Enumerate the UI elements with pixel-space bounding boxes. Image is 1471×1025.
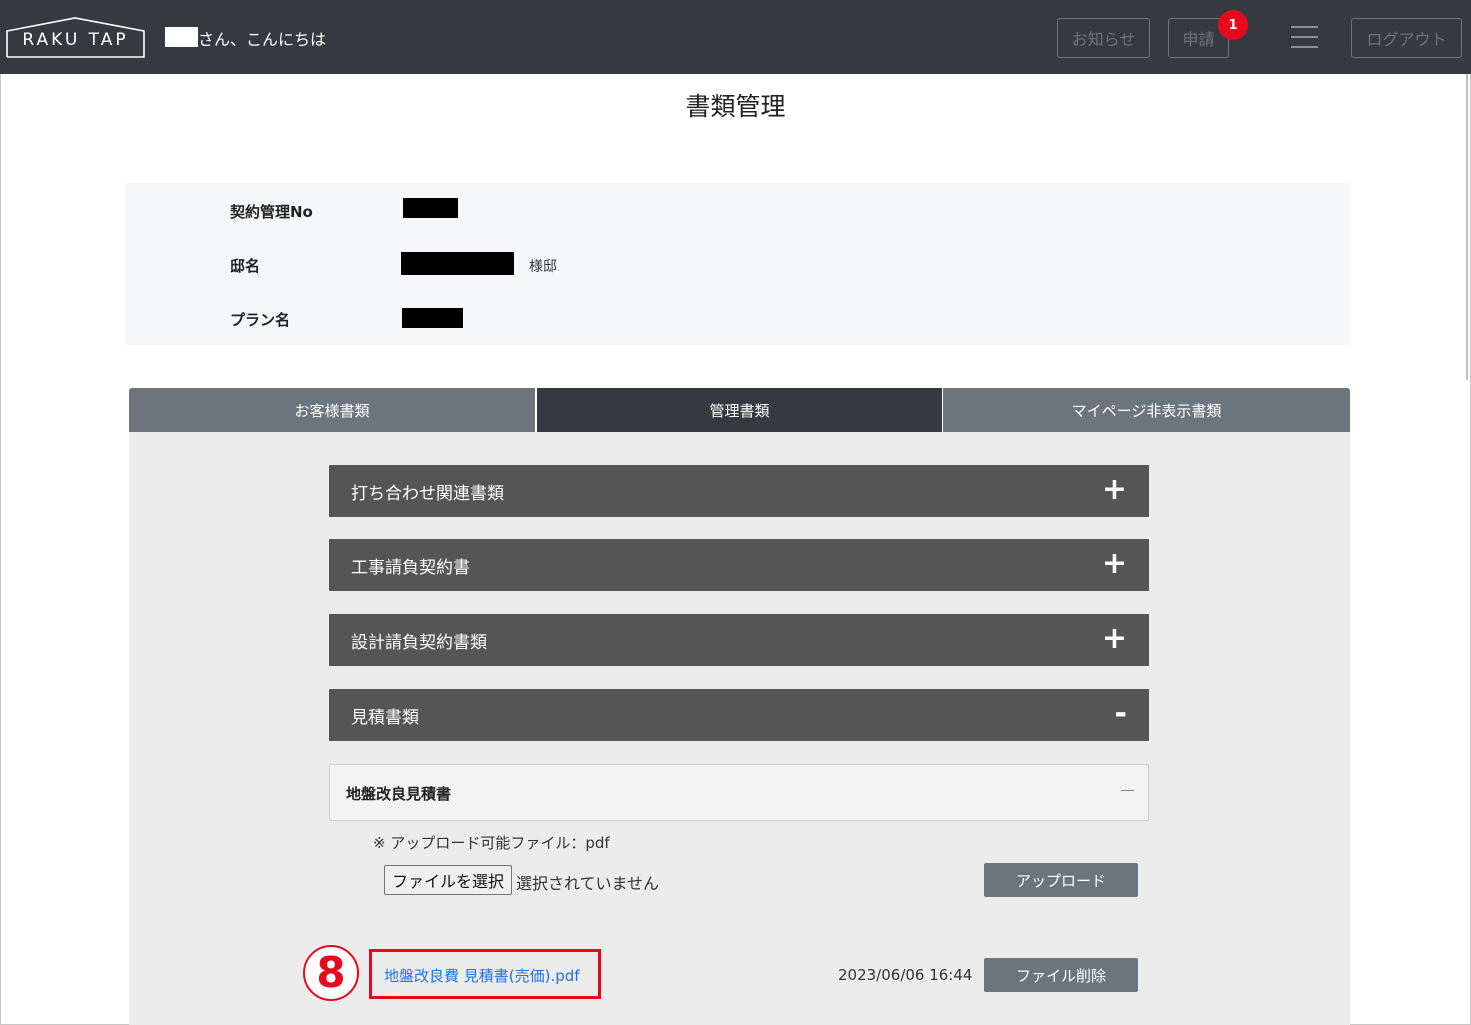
logo-text: RAKU TAP xyxy=(22,30,129,50)
accordion-label: 見積書類 xyxy=(351,708,419,728)
step-number-annotation: 8 xyxy=(303,945,359,1001)
top-header: RAKU TAP さん、こんにちは お知らせ 申請 1 ログアウト xyxy=(0,0,1471,74)
minus-icon: - xyxy=(1114,696,1127,731)
tab-customer-documents[interactable]: お客様書類 xyxy=(129,388,535,432)
accordion-meeting-documents[interactable]: 打ち合わせ関連書類 + xyxy=(329,465,1149,517)
greeting-text: さん、こんにちは xyxy=(198,30,327,49)
plus-icon: + xyxy=(1101,472,1127,507)
collapse-minus-icon[interactable] xyxy=(1121,790,1134,791)
accordion-design-contract[interactable]: 設計請負契約書類 + xyxy=(329,614,1149,666)
contract-no-redacted xyxy=(403,198,458,218)
choose-file-button[interactable]: ファイルを選択 xyxy=(384,865,512,895)
contract-no-label: 契約管理No xyxy=(230,203,313,221)
uploaded-file-date: 2023/06/06 16:44 xyxy=(838,966,973,984)
news-button[interactable]: お知らせ xyxy=(1057,18,1150,58)
plus-icon: + xyxy=(1101,621,1127,656)
apply-notification-badge: 1 xyxy=(1218,10,1248,40)
tab-management-documents[interactable]: 管理書類 xyxy=(537,388,942,432)
subsection-label: 地盤改良見積書 xyxy=(346,785,452,803)
raku-tap-logo[interactable]: RAKU TAP xyxy=(6,16,145,58)
delete-file-button[interactable]: ファイル削除 xyxy=(984,958,1138,992)
upload-button[interactable]: アップロード xyxy=(984,863,1138,897)
uploaded-file-link[interactable]: 地盤改良費 見積書(売価).pdf xyxy=(384,965,580,986)
accordion-label: 設計請負契約書類 xyxy=(351,633,487,653)
file-selection-status: 選択されていません xyxy=(516,874,660,893)
residence-suffix: 様邸 xyxy=(529,259,557,275)
plan-name-redacted xyxy=(402,308,463,328)
page-title: 書類管理 xyxy=(685,92,786,121)
username-redacted xyxy=(165,27,198,47)
accordion-construction-contract[interactable]: 工事請負契約書 + xyxy=(329,539,1149,591)
plan-label: プラン名 xyxy=(230,311,291,329)
accordion-label: 打ち合わせ関連書類 xyxy=(351,484,504,504)
upload-file-type-note: ※ アップロード可能ファイル：pdf xyxy=(373,834,610,852)
accordion-estimates[interactable]: 見積書類 - xyxy=(329,689,1149,741)
accordion-label: 工事請負契約書 xyxy=(351,558,470,578)
residence-label: 邸名 xyxy=(230,257,261,275)
logout-button[interactable]: ログアウト xyxy=(1351,18,1462,58)
plus-icon: + xyxy=(1101,546,1127,581)
hamburger-menu-icon[interactable] xyxy=(1291,26,1318,48)
subsection-ground-improvement-estimate[interactable]: 地盤改良見積書 xyxy=(329,764,1149,821)
tab-hidden-documents[interactable]: マイページ非表示書類 xyxy=(943,388,1350,432)
residence-name-redacted xyxy=(401,252,514,275)
